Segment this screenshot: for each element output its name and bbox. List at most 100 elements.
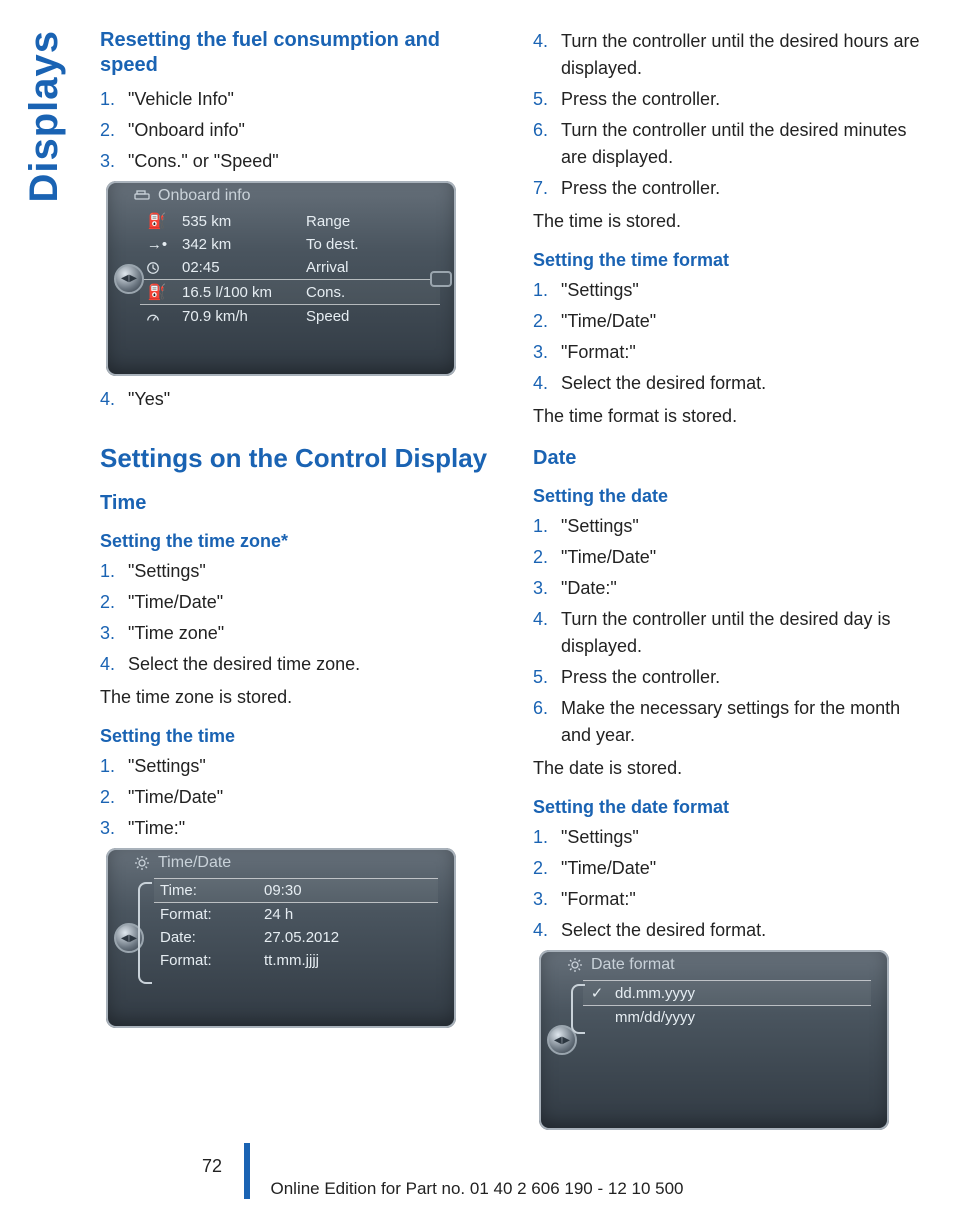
heading-set-time: Setting the time	[100, 726, 497, 747]
idrive-row: ⛽ 535 km Range	[140, 209, 440, 233]
idrive-rows: ⛽ 535 km Range →• 342 km To dest. 02:45 …	[140, 209, 440, 328]
step-num: 3.	[533, 886, 561, 913]
step-num: 3.	[100, 815, 128, 842]
step-num: 2.	[100, 117, 128, 144]
step-text: "Settings"	[561, 277, 930, 304]
step-num: 3.	[100, 148, 128, 175]
joystick-icon: ◀▶	[114, 264, 144, 294]
step-text: "Date:"	[561, 575, 930, 602]
heading-set-date: Setting the date	[533, 486, 930, 507]
step-text: "Settings"	[561, 824, 930, 851]
step-text: "Settings"	[128, 558, 497, 585]
step-num: 6.	[533, 695, 561, 722]
idrive-timedate-panel: Time/Date ◀▶ Time: 09:30 Format: 24 h Da…	[106, 848, 456, 1028]
heading-date: Date	[533, 447, 930, 470]
option-label: mm/dd/yyyy	[615, 1009, 695, 1026]
step-text: Turn the controller until the desired da…	[561, 606, 930, 660]
step-num: 2.	[100, 589, 128, 616]
step-num: 2.	[533, 855, 561, 882]
time-format-stored-note: The time format is stored.	[533, 403, 930, 429]
idrive-row: →• 342 km To dest.	[140, 233, 440, 256]
idrive-row: 70.9 km/h Speed	[140, 305, 440, 328]
step-num: 5.	[533, 664, 561, 691]
right-column: 4.Turn the controller until the desired …	[533, 28, 930, 1140]
idrive-title-text: Onboard info	[158, 187, 251, 205]
set-date-steps: 1."Settings" 2."Time/Date" 3."Date:" 4.T…	[533, 513, 930, 749]
date-format-steps: 1."Settings" 2."Time/Date" 3."Format:" 4…	[533, 824, 930, 944]
row-label: Arrival	[306, 259, 386, 276]
time-format-steps: 1."Settings" 2."Time/Date" 3."Format:" 4…	[533, 277, 930, 397]
step-text: "Time zone"	[128, 620, 497, 647]
row-value: 27.05.2012	[264, 929, 384, 946]
row-key: Date:	[160, 929, 240, 946]
step-text: Select the desired format.	[561, 370, 930, 397]
idrive-list: ✓ dd.mm.yyyy mm/dd/yyyy	[539, 980, 889, 1029]
row-label: Cons.	[306, 284, 386, 301]
step-num: 2.	[533, 308, 561, 335]
step-num: 2.	[533, 544, 561, 571]
step-num: 1.	[533, 824, 561, 851]
step-num: 1.	[100, 558, 128, 585]
idrive-row: 02:45 Arrival	[140, 256, 440, 279]
page-number: 72	[202, 1156, 222, 1177]
step-text: "Cons." or "Speed"	[128, 148, 497, 175]
row-value: 535 km	[182, 213, 292, 230]
step-num: 4.	[533, 370, 561, 397]
fuel-pump-range-icon: ⛽	[146, 212, 168, 230]
idrive-title: Onboard info	[106, 181, 456, 209]
step-text: "Settings"	[128, 753, 497, 780]
step-text: "Time/Date"	[561, 855, 930, 882]
clock-icon	[146, 261, 168, 275]
arrow-dot-icon: →•	[146, 236, 168, 253]
step-text: Select the desired format.	[561, 917, 930, 944]
page-footer: 72 Online Edition for Part no. 01 40 2 6…	[0, 1179, 954, 1199]
step-num: 4.	[533, 28, 561, 55]
idrive-option: mm/dd/yyyy	[583, 1006, 871, 1029]
step-num: 2.	[100, 784, 128, 811]
step-text: "Time/Date"	[561, 544, 930, 571]
reset-steps-1-3: 1."Vehicle Info" 2."Onboard info" 3."Con…	[100, 86, 497, 175]
step-text: "Onboard info"	[128, 117, 497, 144]
footer-accent-bar	[244, 1143, 250, 1199]
step-num: 4.	[533, 917, 561, 944]
step-text: "Vehicle Info"	[128, 86, 497, 113]
set-time-steps-cont: 4.Turn the controller until the desired …	[533, 28, 930, 202]
step-text: "Time/Date"	[128, 589, 497, 616]
step-num: 4.	[100, 386, 128, 413]
step-num: 6.	[533, 117, 561, 144]
footer-text: Online Edition for Part no. 01 40 2 606 …	[270, 1179, 683, 1198]
idrive-row: Date: 27.05.2012	[154, 926, 438, 949]
row-key: Time:	[160, 882, 240, 899]
idrive-row: Format: tt.mm.jjjj	[154, 949, 438, 972]
heading-time-format: Setting the time format	[533, 250, 930, 271]
heading-settings-section: Settings on the Control Display	[100, 443, 497, 474]
step-text: "Time/Date"	[561, 308, 930, 335]
step-num: 1.	[100, 753, 128, 780]
fuel-pump-icon: ⛽	[146, 283, 168, 301]
check-icon: ✓	[589, 984, 605, 1002]
row-label: Speed	[306, 308, 386, 325]
row-value: 02:45	[182, 259, 292, 276]
step-text: "Settings"	[561, 513, 930, 540]
time-stored-note: The time is stored.	[533, 208, 930, 234]
row-key: Format:	[160, 952, 240, 969]
step-num: 3.	[533, 339, 561, 366]
row-value: 24 h	[264, 906, 384, 923]
idrive-title: Date format	[539, 950, 889, 978]
heading-date-format: Setting the date format	[533, 797, 930, 818]
gear-icon	[134, 855, 150, 871]
step-text: "Time:"	[128, 815, 497, 842]
row-value: 342 km	[182, 236, 292, 253]
bracket-icon	[138, 882, 152, 984]
step-text: "Format:"	[561, 886, 930, 913]
side-button-icon	[430, 271, 452, 287]
step-num: 4.	[533, 606, 561, 633]
heading-reset: Resetting the fuel consumption and speed	[100, 28, 497, 78]
step-text: Press the controller.	[561, 664, 930, 691]
gear-icon	[567, 957, 583, 973]
timezone-stored-note: The time zone is stored.	[100, 684, 497, 710]
row-value: tt.mm.jjjj	[264, 952, 384, 969]
idrive-row-selected: Time: 09:30	[154, 878, 438, 903]
idrive-title-text: Date format	[591, 956, 675, 974]
date-stored-note: The date is stored.	[533, 755, 930, 781]
